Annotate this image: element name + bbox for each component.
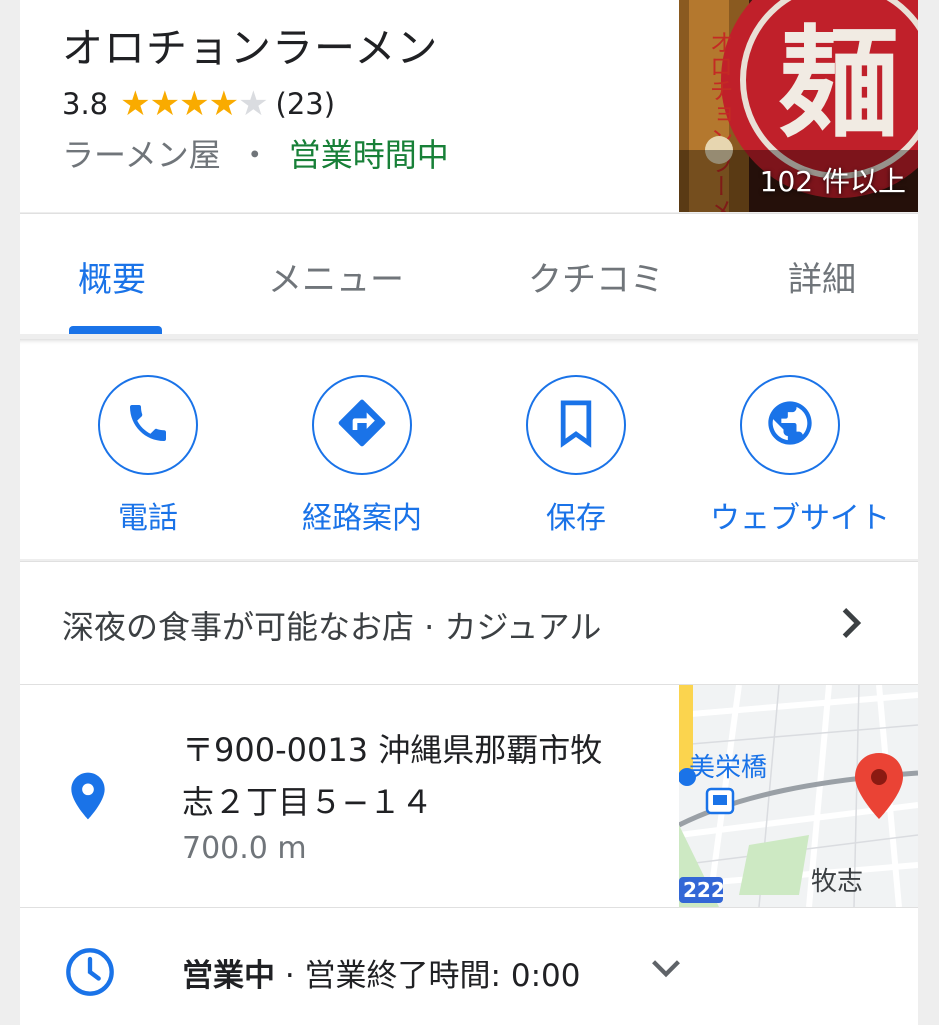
call-button[interactable]: 電話	[68, 375, 228, 537]
website-button-circle[interactable]	[740, 375, 840, 475]
rating-row[interactable]: 3.8 ★★★★★ (23)	[62, 84, 335, 124]
chevron-down-icon[interactable]	[650, 958, 682, 982]
attributes-row[interactable]: 深夜の食事が可能なお店 · カジュアル	[20, 561, 918, 684]
map-label-area: 牧志	[811, 867, 864, 897]
map-thumbnail[interactable]: 美栄橋 牧志 222	[679, 685, 918, 907]
star-icon: ★	[149, 84, 181, 124]
bookmark-icon	[554, 397, 598, 453]
rating-stars: ★★★★★	[120, 84, 269, 124]
tab-menu[interactable]: メニュー	[268, 252, 404, 301]
place-photo[interactable]: 麺 オロチョンラーメン 102 件以上	[679, 0, 918, 212]
directions-button-circle[interactable]	[312, 375, 412, 475]
chevron-right-icon	[840, 606, 864, 644]
phone-icon	[124, 399, 172, 451]
location-pin-icon	[68, 771, 108, 825]
category-label: ラーメン屋	[62, 136, 221, 174]
clock-icon	[64, 946, 116, 1002]
map-label-station: 美栄橋	[689, 753, 768, 783]
save-label: 保存	[546, 501, 606, 536]
separator: ・	[238, 136, 271, 174]
hours-row[interactable]: 営業中 · 営業終了時間: 0:00	[20, 907, 918, 1025]
directions-label: 経路案内	[302, 501, 422, 536]
save-button[interactable]: 保存	[496, 375, 656, 537]
directions-button[interactable]: 経路案内	[282, 375, 442, 537]
star-icon: ★	[120, 84, 151, 124]
action-row: 電話 経路案内 保存 ウェブサイト	[20, 339, 918, 559]
route-number: 222	[683, 878, 725, 902]
tab-indicator	[69, 326, 162, 334]
hours-status: 営業中	[182, 958, 275, 994]
tab-bar: 概要 メニュー クチコミ 詳細	[20, 213, 918, 334]
sign-text: 麺	[779, 15, 899, 154]
tab-overview[interactable]: 概要	[78, 252, 146, 301]
open-status: 営業時間中	[288, 136, 449, 174]
star-empty-icon: ★	[238, 84, 269, 124]
star-icon: ★	[208, 84, 240, 124]
address-line-1: 〒900-0013 沖縄県那覇市牧	[182, 731, 603, 769]
hours-detail: · 営業終了時間: 0:00	[275, 958, 581, 994]
hours-text: 営業中 · 営業終了時間: 0:00	[182, 950, 580, 995]
photo-count: 102 件以上	[759, 165, 906, 198]
address-line-2: 志２丁目５−１４	[182, 783, 433, 821]
website-label: ウェブサイト	[710, 501, 890, 536]
tab-details[interactable]: 詳細	[788, 252, 856, 301]
distance: 700.0 m	[182, 831, 307, 866]
map-image	[679, 685, 918, 907]
category-row: ラーメン屋・営業時間中	[62, 130, 449, 176]
rating-value: 3.8	[62, 87, 109, 121]
website-button[interactable]: ウェブサイト	[710, 375, 890, 537]
place-header: オロチョンラーメン 3.8 ★★★★★ (23) ラーメン屋・営業時間中 麺 オ…	[20, 0, 918, 212]
address-row[interactable]: 〒900-0013 沖縄県那覇市牧 志２丁目５−１４ 700.0 m 美栄橋 牧…	[20, 684, 918, 907]
place-title: オロチョンラーメン	[62, 24, 439, 72]
star-icon: ★	[179, 84, 210, 124]
call-label: 電話	[118, 501, 178, 536]
review-count: (23)	[275, 87, 336, 121]
save-button-circle[interactable]	[526, 375, 626, 475]
attributes-text: 深夜の食事が可能なお店 · カジュアル	[62, 608, 602, 646]
directions-icon	[334, 395, 390, 455]
globe-icon	[764, 397, 816, 453]
call-button-circle[interactable]	[98, 375, 198, 475]
tab-reviews[interactable]: クチコミ	[528, 252, 664, 301]
